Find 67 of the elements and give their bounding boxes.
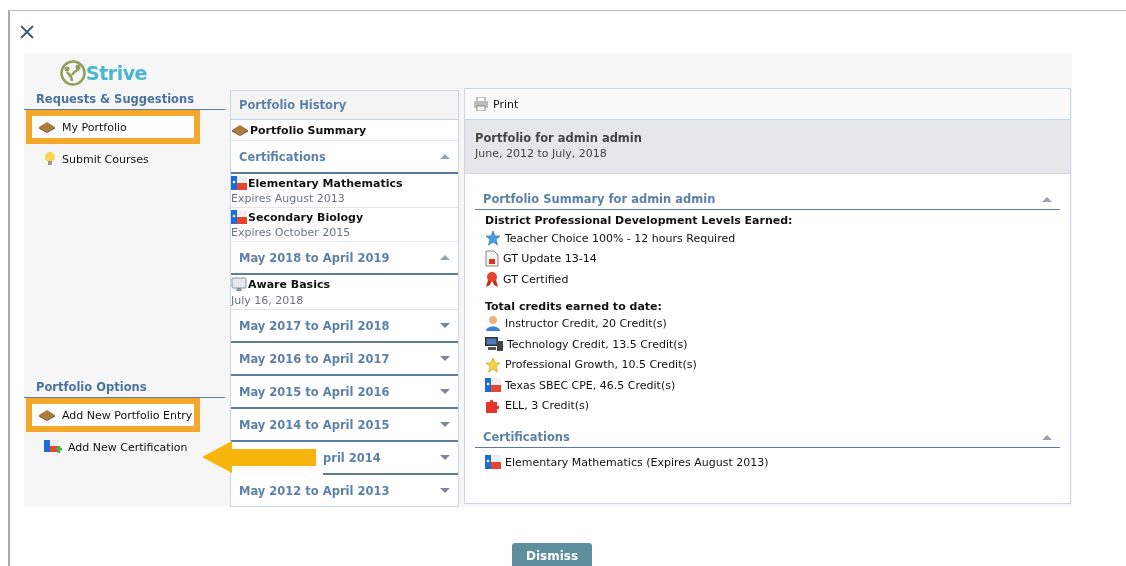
- person-icon: [485, 315, 501, 333]
- flag-plus-icon: [44, 440, 62, 454]
- lightbulb-icon: [44, 151, 56, 167]
- group-heading: District Professional Development Levels Earned:: [485, 214, 794, 227]
- menu-item[interactable]: Submit Courses: [36, 146, 195, 172]
- section-header[interactable]: May 2017 to April 2018: [231, 310, 458, 343]
- expand-caret-icon: [440, 356, 450, 361]
- puzzle-icon: [485, 397, 501, 414]
- ribbon-icon: [485, 270, 499, 288]
- list-item: Technology Credit, 13.5 Credit(s): [507, 337, 688, 351]
- book-icon: [231, 124, 249, 136]
- section-header[interactable]: pril 2014: [323, 442, 458, 475]
- entry-title: Elementary Mathematics: [248, 176, 403, 190]
- entry-title: Secondary Biology: [248, 210, 364, 224]
- printer-icon: [473, 97, 489, 111]
- section-header[interactable]: Certifications: [475, 428, 1060, 448]
- collapse-caret-icon: [440, 154, 450, 159]
- dismiss-button[interactable]: Dismiss: [511, 543, 593, 566]
- entry-date: July 16, 2018: [231, 294, 305, 307]
- collapse-caret-icon: [1042, 434, 1052, 440]
- star-icon: [485, 356, 501, 373]
- collapse-caret-icon: [440, 255, 450, 260]
- list-item: GT Update 13-14: [503, 252, 597, 266]
- entry-date: Expires August 2013: [231, 192, 346, 205]
- sprout-icon: [60, 60, 86, 86]
- expand-caret-icon: [440, 422, 450, 427]
- expand-caret-icon: [440, 323, 450, 328]
- book-icon: [38, 121, 56, 133]
- close-icon[interactable]: [20, 25, 34, 39]
- flag-icon: [485, 455, 501, 470]
- list-item: ELL, 3 Credit(s): [505, 399, 590, 413]
- list-item: Professional Growth, 10.5 Credit(s): [505, 358, 697, 372]
- history-entry[interactable]: Elementary Mathematics Expires August 2013: [231, 174, 458, 208]
- collapse-caret-icon: [1042, 196, 1052, 202]
- expand-caret-icon: [440, 488, 450, 493]
- list-item: GT Certified: [503, 272, 569, 286]
- history-entry[interactable]: Aware Basics July 16, 2018: [231, 275, 458, 310]
- expand-caret-icon: [440, 389, 450, 394]
- logo-text: Strive: [86, 62, 147, 84]
- computer-icon: [485, 336, 503, 352]
- monitor-icon: [231, 277, 247, 292]
- list-item: Teacher Choice 100% - 12 hours Required: [505, 231, 736, 245]
- history-entry[interactable]: Secondary Biology Expires October 2015: [231, 208, 458, 242]
- section-header[interactable]: Portfolio Summary for admin admin: [475, 190, 1060, 210]
- list-item: Texas SBEC CPE, 46.5 Credit(s): [505, 378, 676, 392]
- list-item: Instructor Credit, 20 Credit(s): [505, 317, 667, 331]
- group-heading: Total credits earned to date:: [485, 299, 663, 313]
- star-icon: [485, 230, 501, 247]
- print-button[interactable]: Print: [473, 97, 519, 111]
- report-title: Portfolio for admin admin: [475, 131, 643, 145]
- flag-icon: [485, 378, 501, 393]
- date-range: June, 2012 to July, 2018: [475, 147, 608, 160]
- menu-item[interactable]: Add New Certification: [36, 434, 195, 460]
- section-header[interactable]: May 2015 to April 2016: [231, 376, 458, 409]
- summary-link[interactable]: Portfolio Summary: [231, 120, 458, 141]
- entry-title: Aware Basics: [248, 278, 330, 291]
- panel-title: Portfolio History: [231, 91, 458, 120]
- section-header[interactable]: May 2014 to April 2015: [231, 409, 458, 442]
- section-header[interactable]: May 2016 to April 2017: [231, 343, 458, 376]
- section-header[interactable]: May 2018 to April 2019: [231, 242, 458, 275]
- expand-caret-icon: [440, 455, 450, 460]
- list-item: Elementary Mathematics (Expires August 2013): [505, 455, 769, 469]
- section-header[interactable]: Certifications: [231, 141, 458, 174]
- book-icon: [38, 409, 56, 421]
- section-header[interactable]: May 2012 to April 2013: [231, 475, 458, 506]
- entry-date: Expires October 2015: [231, 226, 352, 239]
- document-icon: [485, 250, 499, 268]
